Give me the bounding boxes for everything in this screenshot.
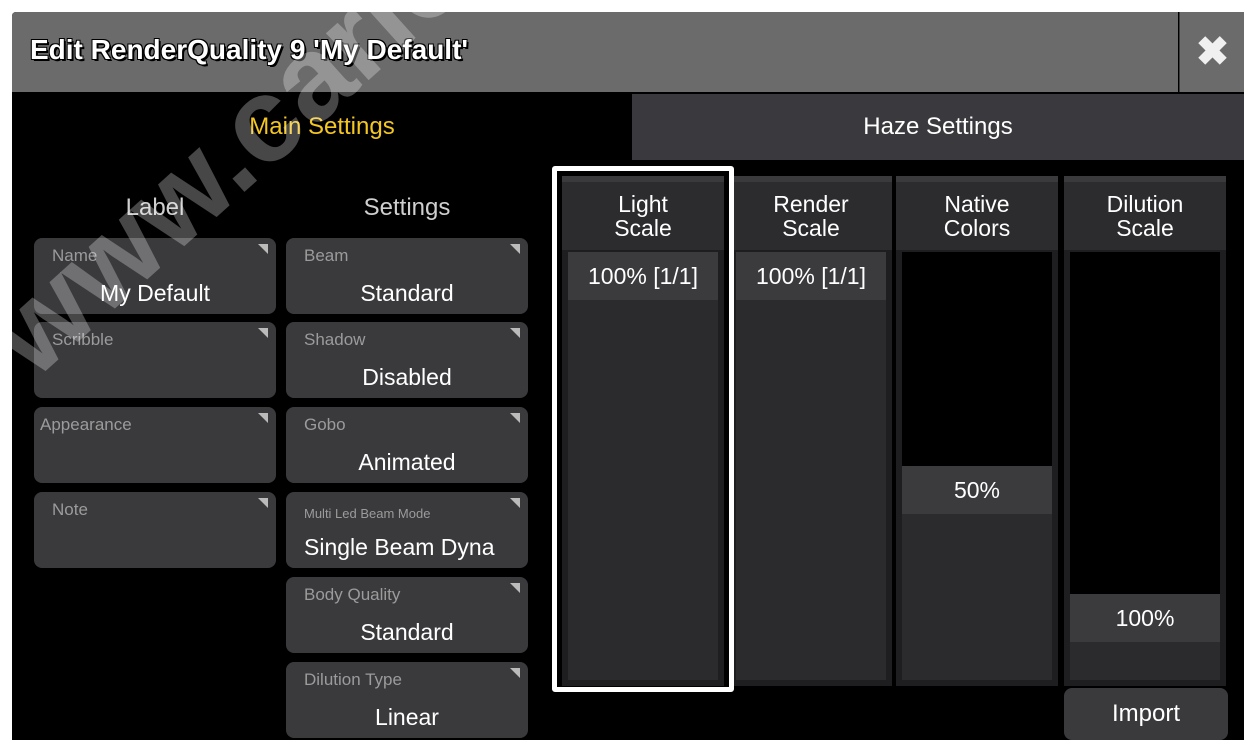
setting-value: Animated bbox=[358, 449, 456, 475]
setting-label: Gobo bbox=[304, 415, 346, 434]
setting-label: Body Quality bbox=[304, 585, 401, 604]
setting-label: Shadow bbox=[304, 330, 366, 349]
dialog-window: Edit RenderQuality 9 'My Default' ✖ Main… bbox=[12, 12, 1244, 740]
scribble-field[interactable]: Scribble bbox=[34, 322, 276, 398]
dropdown-corner-icon bbox=[510, 583, 520, 593]
settings-column-header: Settings bbox=[363, 194, 451, 221]
tab-haze-settings[interactable]: Haze Settings bbox=[632, 94, 1244, 160]
tab-main-settings-label: Main Settings bbox=[249, 113, 395, 140]
import-button[interactable]: Import bbox=[1064, 688, 1228, 740]
close-button[interactable]: ✖ bbox=[1179, 12, 1244, 92]
header-line: Native bbox=[944, 191, 1010, 217]
setting-value: Standard bbox=[360, 619, 454, 645]
tab-main-settings[interactable]: Main Settings bbox=[12, 94, 632, 160]
header-line: Scale bbox=[1116, 215, 1174, 241]
field-value: My Default bbox=[100, 280, 210, 306]
note-field[interactable]: Note bbox=[34, 492, 276, 568]
edit-corner-icon bbox=[258, 244, 268, 254]
setting-label: Dilution Type bbox=[304, 670, 402, 689]
dilution-type-setting[interactable]: Dilution Type Linear bbox=[286, 662, 528, 738]
label-column-header: Label bbox=[125, 194, 185, 221]
render-scale-column[interactable]: Render Scale 100% [1/1] bbox=[730, 176, 892, 686]
field-label: Appearance bbox=[40, 415, 132, 434]
field-label: Scribble bbox=[52, 330, 114, 349]
native-colors-header: Native Colors bbox=[896, 182, 1058, 250]
dropdown-corner-icon bbox=[510, 328, 520, 338]
dropdown-corner-icon bbox=[510, 668, 520, 678]
tab-haze-settings-label: Haze Settings bbox=[863, 113, 1013, 140]
appearance-field[interactable]: Appearance bbox=[34, 407, 276, 483]
render-scale-fader[interactable]: 100% [1/1] bbox=[736, 252, 886, 680]
gobo-setting[interactable]: Gobo Animated bbox=[286, 407, 528, 483]
dilution-scale-value: 100% bbox=[1070, 594, 1220, 643]
title-bar: Edit RenderQuality 9 'My Default' bbox=[12, 12, 1178, 92]
native-colors-column[interactable]: Native Colors 50% bbox=[896, 176, 1058, 686]
window-title: Edit RenderQuality 9 'My Default' bbox=[30, 34, 469, 65]
shadow-setting[interactable]: Shadow Disabled bbox=[286, 322, 528, 398]
setting-value: Linear bbox=[375, 704, 439, 730]
setting-value: Disabled bbox=[362, 364, 452, 390]
dropdown-corner-icon bbox=[510, 244, 520, 254]
native-colors-value: 50% bbox=[902, 466, 1052, 514]
setting-value: Single Beam Dyna bbox=[304, 534, 495, 560]
header-line: Colors bbox=[943, 215, 1011, 241]
edit-corner-icon bbox=[258, 328, 268, 338]
fader-fill bbox=[736, 252, 886, 680]
edit-corner-icon bbox=[258, 413, 268, 423]
native-colors-fader[interactable]: 50% bbox=[902, 252, 1052, 680]
selection-highlight bbox=[552, 166, 734, 692]
setting-value: Standard bbox=[360, 280, 454, 306]
close-icon: ✖ bbox=[1195, 30, 1230, 74]
field-label: Name bbox=[52, 246, 98, 265]
setting-label: Beam bbox=[304, 246, 349, 265]
header-line: Render bbox=[773, 191, 849, 217]
dropdown-corner-icon bbox=[510, 413, 520, 423]
beam-setting[interactable]: Beam Standard bbox=[286, 238, 528, 314]
header-line: Scale bbox=[782, 215, 840, 241]
dilution-scale-fader[interactable]: 100% bbox=[1070, 252, 1220, 680]
render-scale-header: Render Scale bbox=[730, 182, 892, 250]
multi-led-beam-mode-setting[interactable]: Multi Led Beam Mode Single Beam Dyna bbox=[286, 492, 528, 568]
edit-corner-icon bbox=[258, 498, 268, 508]
dropdown-corner-icon bbox=[510, 498, 520, 508]
setting-label: Multi Led Beam Mode bbox=[304, 506, 431, 521]
body-quality-setting[interactable]: Body Quality Standard bbox=[286, 577, 528, 653]
name-field[interactable]: Name My Default bbox=[34, 238, 276, 314]
header-line: Dilution bbox=[1106, 191, 1184, 217]
import-button-label: Import bbox=[1111, 700, 1180, 727]
dilution-scale-column[interactable]: Dilution Scale 100% bbox=[1064, 176, 1226, 686]
render-scale-value: 100% [1/1] bbox=[736, 252, 886, 300]
field-label: Note bbox=[52, 500, 88, 519]
dilution-scale-header: Dilution Scale bbox=[1064, 182, 1226, 250]
